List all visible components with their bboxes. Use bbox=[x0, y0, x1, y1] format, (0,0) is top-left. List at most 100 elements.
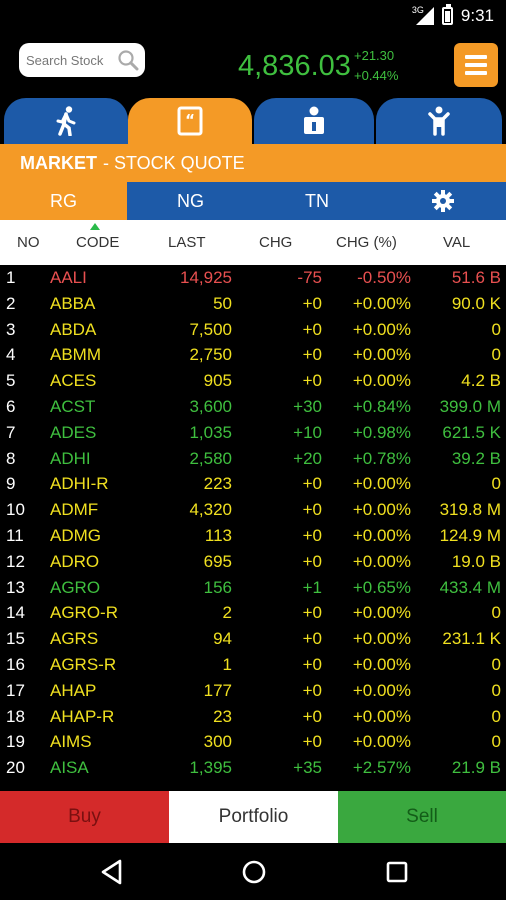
last-price: 300 bbox=[203, 732, 232, 752]
col-chg[interactable]: CHG bbox=[259, 234, 292, 251]
last-price: 14,925 bbox=[180, 268, 232, 287]
board-tabs: RG NG TN bbox=[0, 182, 506, 220]
col-no[interactable]: NO bbox=[17, 234, 40, 251]
trade-value: 0 bbox=[491, 345, 501, 365]
menu-button[interactable] bbox=[454, 43, 498, 87]
settings-button[interactable] bbox=[380, 182, 506, 220]
last-price: 1,395 bbox=[189, 758, 232, 778]
table-row[interactable]: 9 ADHI-R 223 +0 +0.00% 0 bbox=[0, 471, 506, 497]
col-chg-pct[interactable]: CHG (%) bbox=[336, 234, 397, 251]
hamburger-icon bbox=[465, 55, 487, 59]
table-row[interactable]: 16 AGRS-R 1 +0 +0.00% 0 bbox=[0, 652, 506, 678]
last-price: 695 bbox=[203, 551, 232, 571]
index-change: +21.30 +0.44% bbox=[354, 46, 398, 86]
table-row[interactable]: 12 ADRO 695 +0 +0.00% 19.0 B bbox=[0, 549, 506, 575]
table-row[interactable]: 5 ACES 905 +0 +0.00% 4.2 B bbox=[0, 368, 506, 394]
price-change: +0 bbox=[302, 293, 322, 313]
price-change-percent: +0.84% bbox=[352, 396, 411, 416]
trade-value: 90.0 K bbox=[451, 293, 501, 313]
last-price: 23 bbox=[213, 706, 232, 726]
table-row[interactable]: 20 AISA 1,395 +35 +2.57% 21.9 B bbox=[0, 755, 506, 781]
stock-code: ABDA bbox=[50, 319, 97, 339]
action-bar: Buy Portfolio Sell bbox=[0, 791, 506, 843]
table-row[interactable]: 19 AIMS 300 +0 +0.00% 0 bbox=[0, 729, 506, 755]
price-change-percent: +0.00% bbox=[352, 371, 411, 391]
row-number: 2 bbox=[6, 293, 16, 313]
page-title: - STOCK QUOTE bbox=[103, 152, 245, 173]
trade-value: 0 bbox=[491, 680, 501, 700]
col-code[interactable]: CODE bbox=[76, 234, 119, 251]
person-id-icon bbox=[304, 106, 324, 134]
portfolio-button[interactable]: Portfolio bbox=[169, 791, 338, 843]
section-title-bar: MARKET - STOCK QUOTE bbox=[0, 144, 506, 182]
col-val[interactable]: VAL bbox=[443, 234, 470, 251]
price-change-percent: +0.65% bbox=[352, 577, 411, 597]
stock-table: 1 AALI 14,925 -75 -0.50% 51.6 B 2 ABBA 50 +0 +0.00… bbox=[0, 265, 506, 781]
index-change-points: +21.30 bbox=[354, 48, 395, 63]
stock-code: AGRS bbox=[50, 629, 99, 649]
price-change: -75 bbox=[297, 268, 322, 287]
table-row[interactable]: 4 ABMM 2,750 +0 +0.00% 0 bbox=[0, 342, 506, 368]
tab-profile[interactable] bbox=[376, 98, 502, 144]
sell-button[interactable]: Sell bbox=[338, 791, 506, 843]
gear-icon bbox=[432, 190, 454, 212]
price-change: +0 bbox=[302, 629, 322, 649]
price-change-percent: +0.00% bbox=[352, 680, 411, 700]
table-row[interactable]: 1 AALI 14,925 -75 -0.50% 51.6 B bbox=[0, 265, 506, 291]
row-number: 12 bbox=[6, 551, 25, 571]
last-price: 1,035 bbox=[189, 422, 232, 442]
trade-value: 0 bbox=[491, 603, 501, 623]
row-number: 13 bbox=[6, 577, 25, 597]
price-change: +0 bbox=[302, 706, 322, 726]
buy-button[interactable]: Buy bbox=[0, 791, 169, 843]
status-bar: 3G 9:31 bbox=[0, 0, 506, 32]
section-name: MARKET bbox=[20, 152, 97, 173]
table-row[interactable]: 6 ACST 3,600 +30 +0.84% 399.0 M bbox=[0, 394, 506, 420]
table-row[interactable]: 14 AGRO-R 2 +0 +0.00% 0 bbox=[0, 600, 506, 626]
tab-tn[interactable]: TN bbox=[254, 182, 380, 220]
table-row[interactable]: 15 AGRS 94 +0 +0.00% 231.1 K bbox=[0, 626, 506, 652]
stock-code: ACST bbox=[50, 396, 96, 416]
price-change-percent: +0.00% bbox=[352, 500, 411, 520]
trade-value: 0 bbox=[491, 474, 501, 494]
stock-code: ABMM bbox=[50, 345, 101, 365]
table-row[interactable]: 7 ADES 1,035 +10 +0.98% 621.5 K bbox=[0, 420, 506, 446]
table-row[interactable]: 2 ABBA 50 +0 +0.00% 90.0 K bbox=[0, 291, 506, 317]
table-row[interactable]: 11 ADMG 113 +0 +0.00% 124.9 M bbox=[0, 523, 506, 549]
price-change: +0 bbox=[302, 319, 322, 339]
tab-ng[interactable]: NG bbox=[127, 182, 254, 220]
recents-icon[interactable] bbox=[383, 858, 411, 886]
trade-value: 621.5 K bbox=[442, 422, 501, 442]
search-input[interactable] bbox=[26, 52, 116, 68]
price-change-percent: +0.00% bbox=[352, 706, 411, 726]
table-row[interactable]: 17 AHAP 177 +0 +0.00% 0 bbox=[0, 678, 506, 704]
tab-account[interactable] bbox=[254, 98, 374, 144]
search-box[interactable] bbox=[19, 43, 145, 77]
table-row[interactable]: 18 AHAP-R 23 +0 +0.00% 0 bbox=[0, 704, 506, 730]
price-change: +0 bbox=[302, 371, 322, 391]
trade-value: 319.8 M bbox=[439, 500, 501, 520]
table-row[interactable]: 13 AGRO 156 +1 +0.65% 433.4 M bbox=[0, 575, 506, 601]
person-standing-icon bbox=[428, 106, 450, 136]
home-icon[interactable] bbox=[240, 858, 268, 886]
stock-code: AGRO bbox=[50, 577, 101, 597]
row-number: 3 bbox=[6, 319, 16, 339]
price-change: +0 bbox=[302, 345, 322, 365]
svg-text:“: “ bbox=[185, 111, 195, 129]
table-row[interactable]: 3 ABDA 7,500 +0 +0.00% 0 bbox=[0, 317, 506, 343]
price-change: +0 bbox=[302, 603, 322, 623]
tab-trade[interactable] bbox=[4, 98, 128, 144]
back-icon[interactable] bbox=[98, 858, 126, 886]
row-number: 15 bbox=[6, 629, 25, 649]
trade-value: 4.2 B bbox=[461, 371, 501, 391]
search-icon[interactable] bbox=[117, 49, 139, 71]
price-change: +10 bbox=[293, 422, 322, 442]
row-number: 6 bbox=[6, 396, 16, 416]
col-last[interactable]: LAST bbox=[168, 234, 206, 251]
table-row[interactable]: 10 ADMF 4,320 +0 +0.00% 319.8 M bbox=[0, 497, 506, 523]
tab-rg[interactable]: RG bbox=[0, 182, 127, 220]
price-change-percent: +0.00% bbox=[352, 551, 411, 571]
table-row[interactable]: 8 ADHI 2,580 +20 +0.78% 39.2 B bbox=[0, 446, 506, 472]
system-nav-bar bbox=[0, 843, 506, 900]
tab-market[interactable]: “ bbox=[128, 98, 252, 144]
